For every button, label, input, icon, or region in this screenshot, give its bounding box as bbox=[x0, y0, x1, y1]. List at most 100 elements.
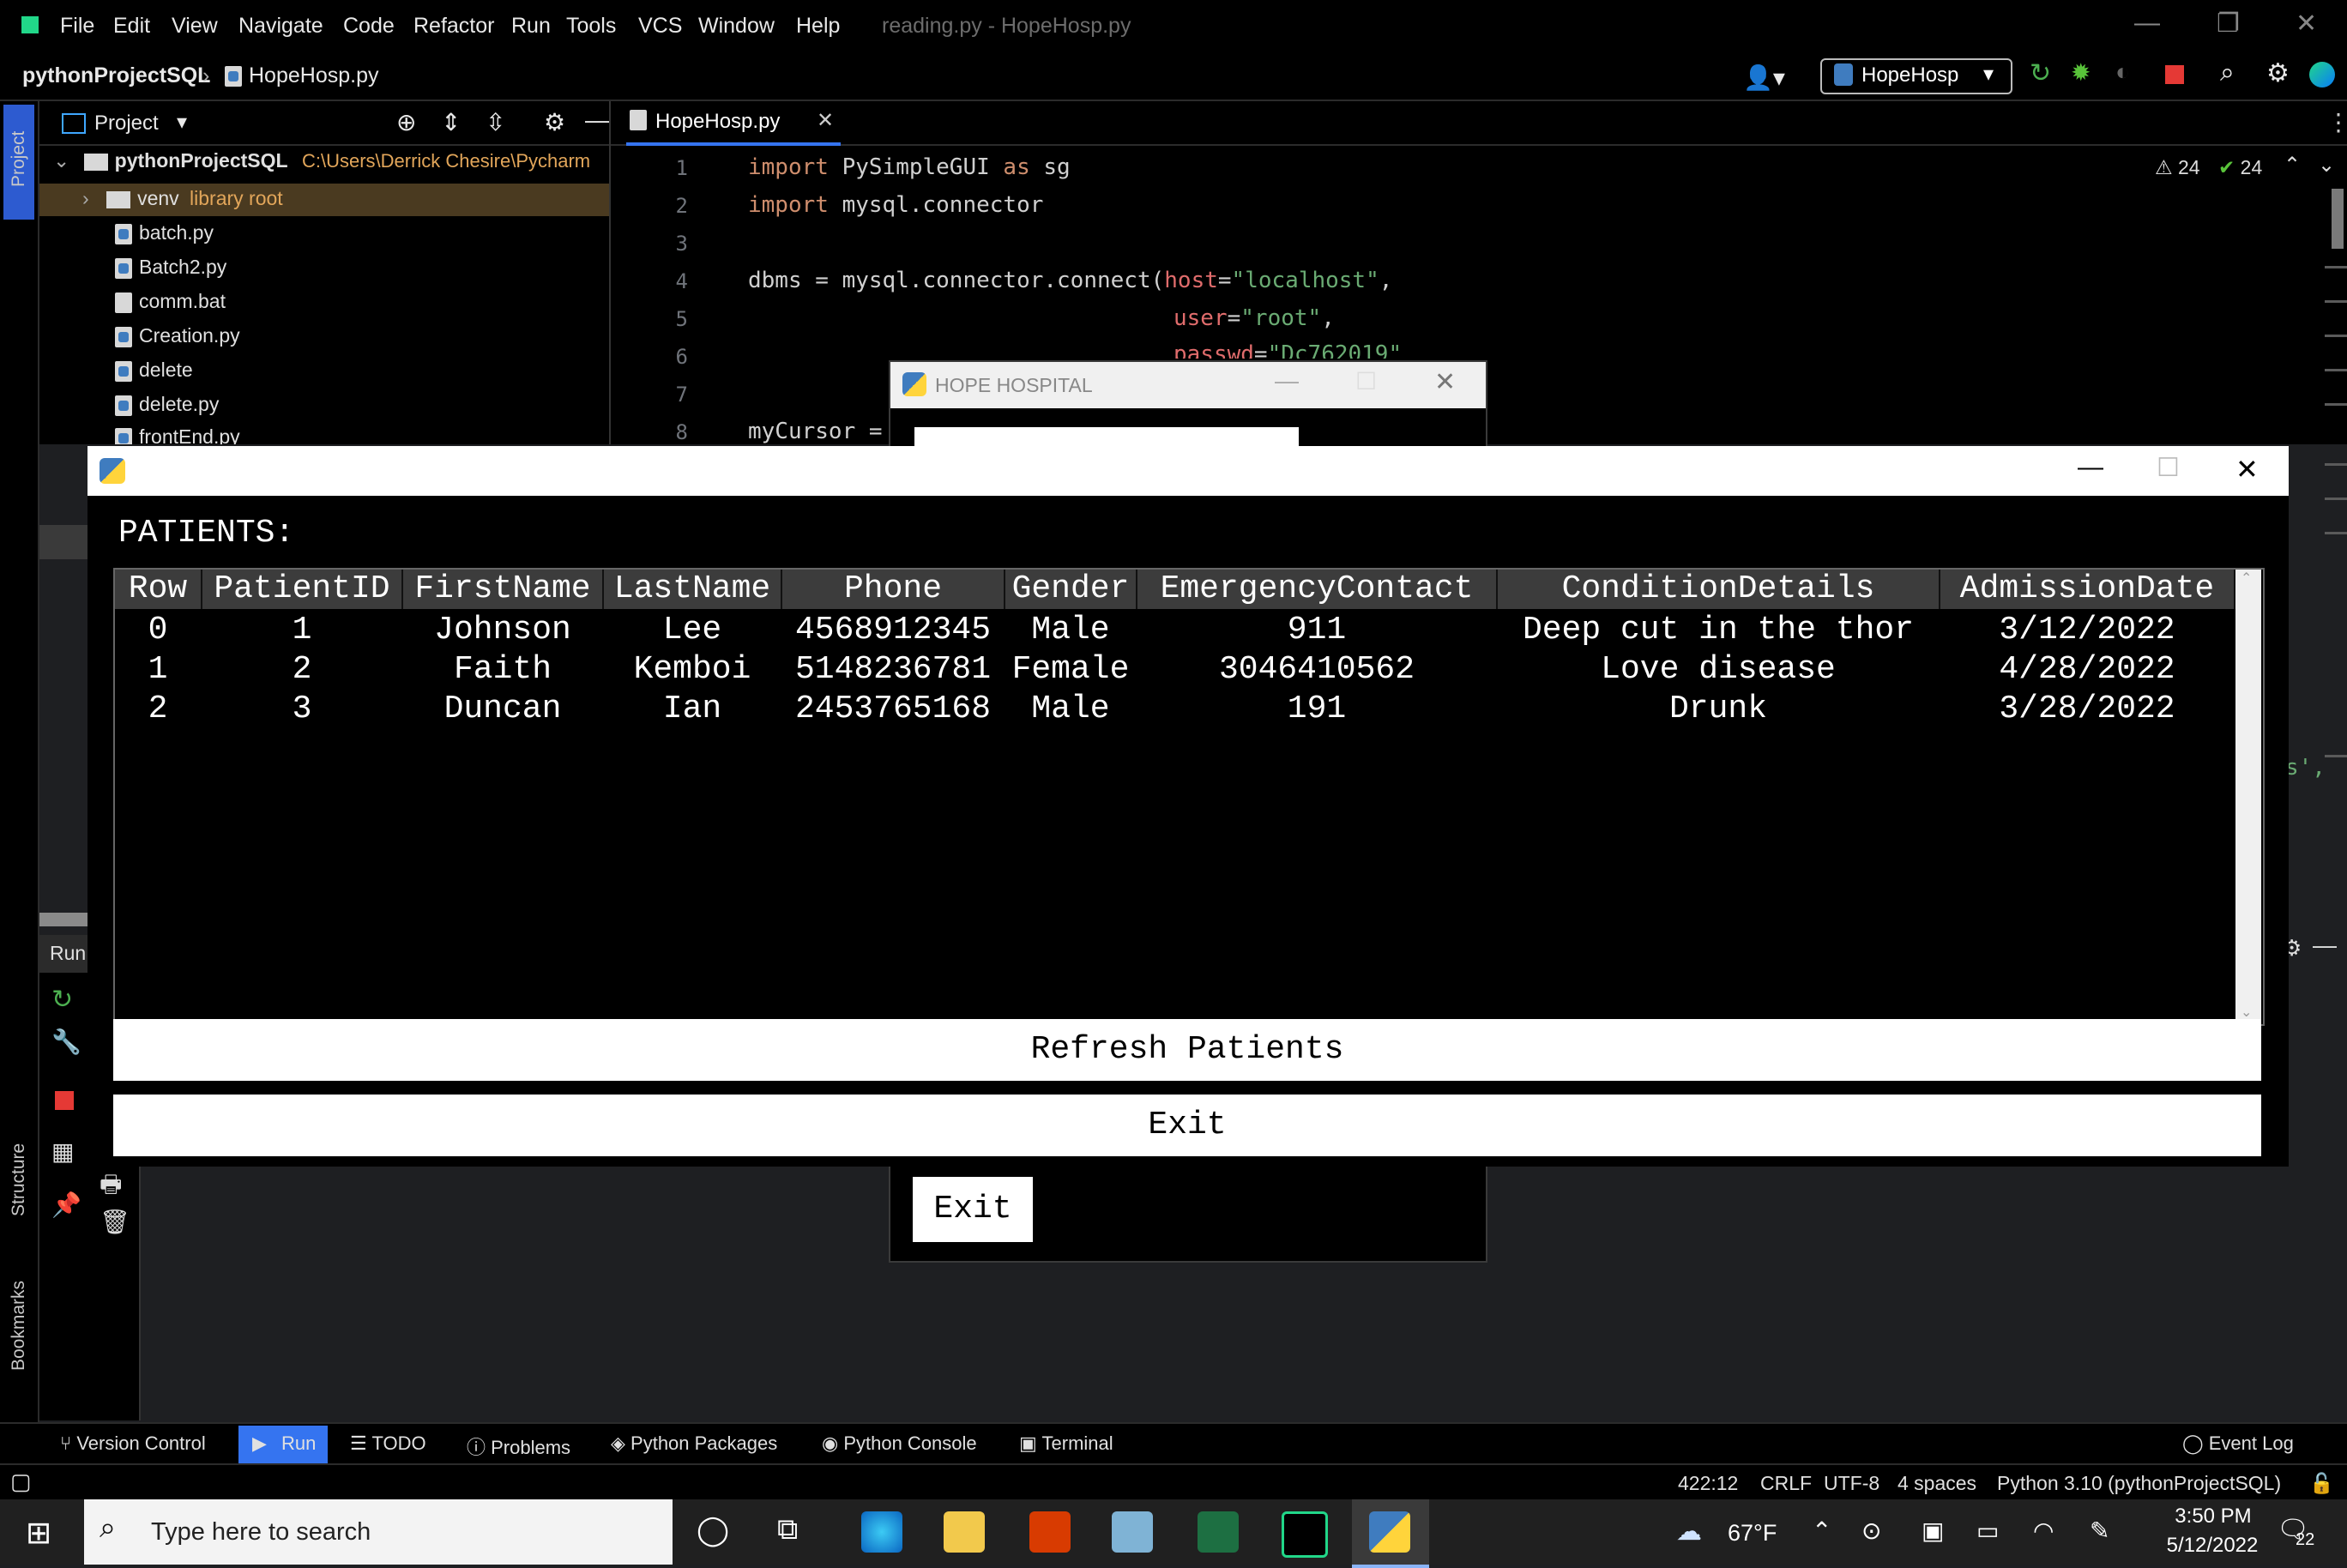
chevron-down-icon[interactable]: ⌄ bbox=[2241, 1004, 2252, 1021]
column-header[interactable]: Phone bbox=[782, 570, 1005, 609]
problems-tab[interactable]: ⓘ Problems bbox=[467, 1432, 570, 1460]
wifi-icon[interactable]: ◠ bbox=[2033, 1517, 2054, 1545]
tree-root[interactable]: ⌄ pythonProjectSQL C:\Users\Derrick Ches… bbox=[53, 149, 590, 172]
maximize-icon[interactable]: ☐ bbox=[1355, 367, 1377, 395]
trash-icon[interactable]: 🗑 bbox=[100, 1208, 130, 1236]
python-console-tab[interactable]: ◉ Python Console bbox=[822, 1432, 977, 1455]
splitter[interactable] bbox=[39, 913, 87, 926]
tray-app-icon[interactable]: ⊙ bbox=[1861, 1517, 1881, 1545]
column-header[interactable]: Row bbox=[115, 570, 202, 609]
run-config-dropdown[interactable]: HopeHosp ▾ bbox=[1820, 58, 2012, 94]
column-header[interactable]: LastName bbox=[604, 570, 782, 609]
menu-edit[interactable]: Edit bbox=[113, 14, 150, 39]
close-icon[interactable]: ✕ bbox=[1434, 367, 1456, 397]
chevron-up-icon[interactable]: ⌃ bbox=[1812, 1517, 1831, 1545]
pycharm-icon[interactable] bbox=[1282, 1511, 1328, 1558]
print-icon[interactable]: 🖶 bbox=[100, 1167, 122, 1208]
clock-time[interactable]: 3:50 PM bbox=[2162, 1505, 2265, 1529]
menu-vcs[interactable]: VCS bbox=[638, 14, 682, 39]
rerun-icon[interactable]: ↻ bbox=[51, 985, 73, 1015]
minimize-icon[interactable]: — bbox=[2078, 453, 2103, 482]
breadcrumb-project[interactable]: pythonProjectSQL bbox=[22, 63, 210, 88]
chevron-down-icon[interactable]: ▾ bbox=[177, 110, 187, 135]
run-tab[interactable]: ▶ Run bbox=[238, 1426, 328, 1463]
cursor-position[interactable]: 422:12 bbox=[1678, 1472, 1738, 1495]
tree-item-file[interactable]: comm.bat bbox=[115, 290, 226, 313]
file-encoding[interactable]: UTF-8 bbox=[1824, 1472, 1879, 1495]
close-tab-icon[interactable]: ✕ bbox=[817, 108, 834, 133]
column-header[interactable]: Gender bbox=[1005, 570, 1137, 609]
lock-icon[interactable]: 🔓 bbox=[2309, 1472, 2334, 1495]
event-log-tab[interactable]: ◯ Event Log bbox=[2182, 1432, 2294, 1455]
project-view-label[interactable]: Project bbox=[94, 112, 159, 136]
chevron-down-icon[interactable]: ⌄ bbox=[2318, 153, 2335, 178]
python-taskbar-item[interactable] bbox=[1352, 1499, 1429, 1568]
checks-indicator[interactable]: ✔ 24 bbox=[2218, 156, 2262, 179]
task-view-icon[interactable]: ⧉ bbox=[777, 1513, 798, 1547]
tree-item-file[interactable]: frontEnd.py bbox=[115, 425, 240, 444]
battery-icon[interactable]: ▭ bbox=[1976, 1517, 1999, 1545]
rerun-icon[interactable]: ↻ bbox=[2030, 58, 2051, 88]
terminal-tab[interactable]: ▣ Terminal bbox=[1019, 1432, 1113, 1455]
expand-all-icon[interactable]: ⇕ bbox=[441, 108, 461, 136]
debug-bug-icon[interactable]: ✹ bbox=[2071, 58, 2091, 87]
wrench-icon[interactable]: 🔧 bbox=[51, 1028, 81, 1056]
more-options-icon[interactable]: ⋮ bbox=[2326, 108, 2347, 136]
menu-run[interactable]: Run bbox=[511, 14, 551, 39]
indent-setting[interactable]: 4 spaces bbox=[1898, 1472, 1976, 1495]
office-icon[interactable] bbox=[1029, 1511, 1071, 1553]
refresh-patients-button[interactable]: Refresh Patients bbox=[113, 1019, 2261, 1081]
stop-icon[interactable] bbox=[55, 1091, 74, 1110]
menu-refactor[interactable]: Refactor bbox=[413, 14, 494, 39]
minimize-icon[interactable]: — bbox=[1275, 367, 1299, 395]
menu-help[interactable]: Help bbox=[796, 14, 840, 39]
jetbrains-toolbox-icon[interactable] bbox=[2309, 62, 2335, 87]
python-interpreter[interactable]: Python 3.10 (pythonProjectSQL) bbox=[1997, 1472, 2281, 1495]
menu-tools[interactable]: Tools bbox=[566, 14, 616, 39]
excel-icon[interactable] bbox=[1198, 1511, 1239, 1553]
warnings-indicator[interactable]: ⚠ 24 bbox=[2155, 156, 2200, 179]
notepad-icon[interactable] bbox=[1112, 1511, 1153, 1553]
tree-item-file[interactable]: delete.py bbox=[115, 393, 219, 416]
column-header[interactable]: FirstName bbox=[403, 570, 604, 609]
hope-window-field[interactable] bbox=[914, 427, 1299, 446]
exit-button[interactable]: Exit bbox=[113, 1095, 2261, 1156]
structure-tool-label[interactable]: Structure bbox=[9, 1143, 29, 1216]
menu-window[interactable]: Window bbox=[698, 14, 775, 39]
locate-icon[interactable]: ⊕ bbox=[396, 108, 416, 136]
tree-item-file[interactable]: delete bbox=[115, 359, 193, 382]
breadcrumb-file[interactable]: HopeHosp.py bbox=[225, 63, 378, 88]
column-header[interactable]: ConditionDetails bbox=[1498, 570, 1940, 609]
tray-monitor-icon[interactable]: ▣ bbox=[1922, 1517, 1944, 1545]
gear-icon[interactable]: ⚙ bbox=[2266, 58, 2290, 88]
version-control-tab[interactable]: ⑂ Version Control bbox=[60, 1432, 206, 1455]
maximize-icon[interactable]: ☐ bbox=[2157, 453, 2180, 483]
weather-icon[interactable]: ☁ bbox=[1676, 1517, 1702, 1547]
edge-icon[interactable] bbox=[861, 1511, 902, 1553]
hide-panel-icon[interactable]: — bbox=[585, 106, 609, 134]
collapse-all-icon[interactable]: ⇳ bbox=[486, 108, 505, 136]
gear-icon[interactable]: ⚙ bbox=[544, 108, 565, 136]
table-scrollbar[interactable]: ⌃ ⌄ bbox=[2235, 570, 2261, 1022]
weather-temp[interactable]: 67°F bbox=[1728, 1520, 1777, 1547]
patients-table[interactable]: Row PatientID FirstName LastName Phone G… bbox=[113, 568, 2265, 1026]
column-header[interactable]: EmergencyContact bbox=[1137, 570, 1498, 609]
tree-item-file[interactable]: batch.py bbox=[115, 221, 214, 244]
minimize-icon[interactable]: — bbox=[2134, 9, 2160, 38]
chevron-up-icon[interactable]: ⌃ bbox=[2241, 570, 2252, 587]
tree-item-file[interactable]: Batch2.py bbox=[115, 256, 226, 279]
cortana-icon[interactable]: ◯ bbox=[697, 1513, 729, 1547]
stop-icon[interactable] bbox=[2165, 65, 2184, 84]
panel-toggle-icon[interactable]: ▢ bbox=[10, 1468, 32, 1495]
taskbar-search[interactable]: ⌕ Type here to search bbox=[84, 1499, 673, 1565]
hide-panel-icon[interactable]: — bbox=[2313, 932, 2337, 959]
windows-start-icon[interactable]: ⊞ bbox=[26, 1515, 51, 1551]
line-separator[interactable]: CRLF bbox=[1760, 1472, 1812, 1495]
column-header[interactable]: AdmissionDate bbox=[1940, 570, 2235, 609]
close-icon[interactable]: ✕ bbox=[2296, 9, 2317, 39]
menu-navigate[interactable]: Navigate bbox=[238, 14, 323, 39]
file-explorer-icon[interactable] bbox=[944, 1511, 985, 1553]
hope-exit-button[interactable]: Exit bbox=[913, 1177, 1033, 1242]
restore-icon[interactable]: ❐ bbox=[2217, 9, 2240, 39]
project-tool-tab[interactable]: Project bbox=[3, 105, 34, 220]
